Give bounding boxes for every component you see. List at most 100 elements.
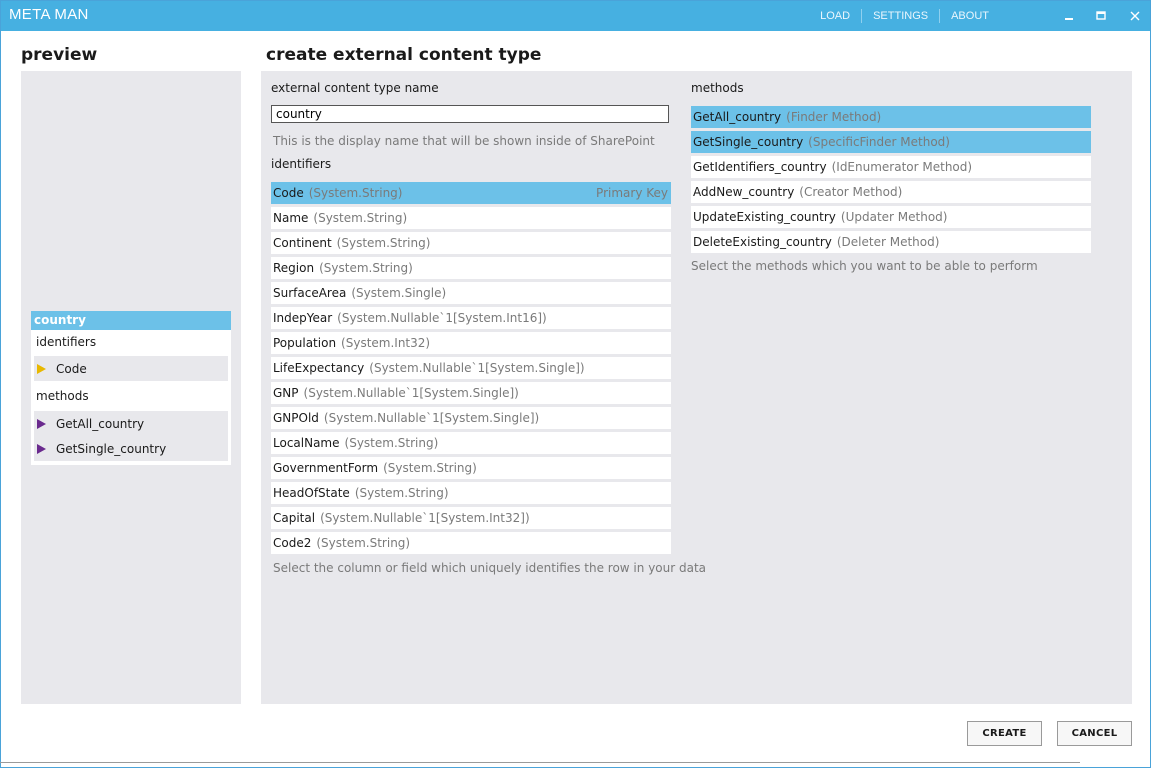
identifier-row[interactable]: LocalName (System.String) [271,432,671,454]
field-type: (System.String) [336,236,431,250]
method-type: (SpecificFinder Method) [808,135,950,149]
identifier-row[interactable]: SurfaceArea (System.Single) [271,282,671,304]
name-label: external content type name [271,81,439,95]
method-row[interactable]: GetSingle_country (SpecificFinder Method) [691,131,1091,153]
about-link[interactable]: ABOUT [940,10,1000,22]
identifier-row[interactable]: LifeExpectancy (System.Nullable`1[System.… [271,357,671,379]
identifiers-hint: Select the column or field which uniquel… [273,561,707,575]
field-name: Continent [273,236,332,250]
triangle-icon [37,418,46,429]
method-type: (IdEnumerator Method) [831,160,973,174]
field-name: Code2 [273,536,312,550]
identifier-row[interactable]: Name (System.String) [271,207,671,229]
identifiers-label: identifiers [271,157,332,171]
minimize-button[interactable] [1058,1,1080,31]
preview-method-label: GetAll_country [56,416,145,431]
preview-identifier-item: Code [34,356,228,381]
field-type: (System.String) [319,261,413,275]
preview-identifiers-list: Code [31,356,231,381]
methods-hint: Select the methods which you want to be … [691,259,1038,273]
field-name: LocalName [273,436,340,450]
field-type: (System.Nullable`1[System.Single]) [303,386,519,400]
preview-methods-list: GetAll_country GetSingle_country [31,411,231,461]
field-name: IndepYear [273,311,333,325]
field-name: Capital [273,511,316,525]
field-name: GNPOld [273,411,319,425]
identifier-row[interactable]: GovernmentForm (System.String) [271,457,671,479]
app-window: META MAN LOAD SETTINGS ABOUT preview cou… [0,0,1151,768]
identifier-row[interactable]: Code2 (System.String) [271,532,671,554]
preview-panel: country identifiers Code methods GetAll_… [21,71,241,704]
field-type: (System.String) [316,536,411,550]
field-type: (System.Nullable`1[System.Single]) [369,361,585,375]
cancel-button[interactable]: CANCEL [1057,721,1132,746]
bottom-divider [0,762,1080,763]
field-type: (System.Nullable`1[System.Single]) [323,411,540,425]
close-button[interactable] [1124,1,1146,31]
method-type: (Deleter Method) [836,235,940,249]
identifier-row[interactable]: Code (System.String) Primary Key [271,182,671,204]
field-name: SurfaceArea [273,286,347,300]
identifier-row[interactable]: Capital (System.Nullable`1[System.Int32]) [271,507,671,529]
method-name: GetIdentifiers_country [693,160,827,174]
app-title: META MAN [9,6,89,23]
identifier-row[interactable]: Region (System.String) [271,257,671,279]
preview-method-item: GetSingle_country [34,436,228,461]
identifier-row[interactable]: GNP (System.Nullable`1[System.Single]) [271,382,671,404]
triangle-icon [37,363,46,374]
method-name: UpdateExisting_country [693,210,836,224]
field-type: (System.String) [313,211,408,225]
field-type: (System.String) [344,436,439,450]
preview-card: country identifiers Code methods GetAll_… [31,311,231,465]
preview-method-label: GetSingle_country [56,441,167,456]
preview-heading: preview [21,45,98,65]
method-name: GetSingle_country [693,135,804,149]
identifier-row[interactable]: IndepYear (System.Nullable`1[System.Int16… [271,307,671,329]
method-row[interactable]: GetIdentifiers_country (IdEnumerator Meth… [691,156,1091,178]
field-type: (System.String) [308,186,403,200]
field-name: Code [273,186,304,200]
primary-key-label: Primary Key [596,186,668,200]
field-type: (System.Nullable`1[System.Int16]) [337,311,547,325]
identifier-row[interactable]: Continent (System.String) [271,232,671,254]
minimize-icon [1065,18,1073,20]
field-name: Region [273,261,315,275]
maximize-icon [1096,11,1106,20]
settings-link[interactable]: SETTINGS [862,10,939,22]
preview-identifier-label: Code [56,361,87,376]
methods-label: methods [691,81,744,95]
name-hint: This is the display name that will be sh… [273,134,655,148]
field-type: (System.String) [354,486,449,500]
create-button[interactable]: CREATE [967,721,1042,746]
method-type: (Updater Method) [840,210,948,224]
page-title: create external content type [266,45,542,65]
field-type: (System.Int32) [341,336,431,350]
method-type: (Creator Method) [799,185,903,199]
field-name: Name [273,211,309,225]
preview-identifiers-label: identifiers [36,335,97,349]
identifier-row[interactable]: GNPOld (System.Nullable`1[System.Single]) [271,407,671,429]
method-row[interactable]: AddNew_country (Creator Method) [691,181,1091,203]
field-name: LifeExpectancy [273,361,365,375]
method-row[interactable]: UpdateExisting_country (Updater Method) [691,206,1091,228]
title-bar: META MAN LOAD SETTINGS ABOUT [1,1,1150,31]
triangle-icon [37,443,46,454]
identifier-row[interactable]: Population (System.Int32) [271,332,671,354]
close-icon [1130,11,1140,21]
preview-card-title: country [31,311,231,330]
field-type: (System.Single) [351,286,447,300]
method-row[interactable]: DeleteExisting_country (Deleter Method) [691,231,1091,253]
field-name: GovernmentForm [273,461,379,475]
field-type: (System.String) [383,461,477,475]
identifier-row[interactable]: HeadOfState (System.String) [271,482,671,504]
preview-methods-label: methods [36,389,89,403]
method-type: (Finder Method) [786,110,882,124]
preview-method-item: GetAll_country [34,411,228,436]
load-link[interactable]: LOAD [809,10,861,22]
method-name: GetAll_country [693,110,782,124]
name-input[interactable] [271,105,669,123]
method-row[interactable]: GetAll_country (Finder Method) [691,106,1091,128]
field-name: Population [273,336,337,350]
maximize-button[interactable] [1090,1,1112,31]
field-type: (System.Nullable`1[System.Int32]) [320,511,530,525]
